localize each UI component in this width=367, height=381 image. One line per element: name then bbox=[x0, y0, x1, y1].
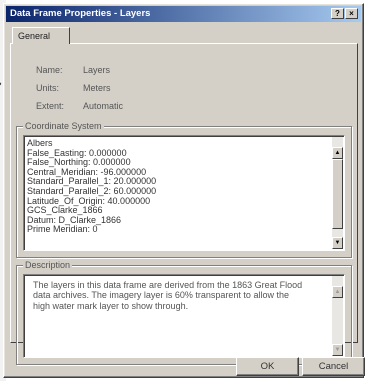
name-label: Name: bbox=[36, 65, 63, 75]
scroll-down-icon: ▼ bbox=[334, 347, 341, 353]
scroll-down-icon: ▼ bbox=[334, 240, 341, 246]
extent-value: Automatic bbox=[83, 101, 124, 111]
units-label: Units: bbox=[36, 83, 60, 93]
name-value: Layers bbox=[83, 65, 111, 75]
window-title: Data Frame Properties - Layers bbox=[10, 8, 151, 19]
scroll-down-button[interactable]: ▼ bbox=[332, 237, 343, 249]
coordinate-system-textbox[interactable]: Albers False_Easting: 0.000000 False_Nor… bbox=[23, 135, 345, 251]
close-button[interactable]: × bbox=[345, 8, 358, 19]
tab-general-label: General bbox=[18, 31, 51, 41]
description-text: The layers in this data frame are derive… bbox=[33, 280, 303, 311]
cancel-button[interactable]: Cancel bbox=[302, 357, 365, 376]
ok-button[interactable]: OK bbox=[236, 357, 299, 376]
help-button[interactable]: ? bbox=[331, 8, 344, 19]
scroll-thumb[interactable] bbox=[332, 159, 343, 229]
coordinate-system-scrollbar[interactable]: ▲ ▼ bbox=[332, 137, 343, 249]
scroll-up-button[interactable]: ▲ bbox=[332, 286, 343, 298]
cancel-button-label: Cancel bbox=[318, 361, 349, 372]
close-icon: × bbox=[349, 8, 354, 18]
coordinate-system-legend: Coordinate System bbox=[23, 121, 104, 131]
units-value: Meters bbox=[83, 83, 111, 93]
ok-button-label: OK bbox=[260, 361, 275, 372]
help-icon: ? bbox=[335, 8, 340, 18]
extent-label: Extent: bbox=[36, 101, 65, 111]
scroll-down-button[interactable]: ▼ bbox=[332, 344, 343, 356]
scroll-up-icon: ▲ bbox=[334, 289, 341, 295]
description-group: Description The layers in this data fram… bbox=[16, 260, 352, 365]
coordinate-system-lines: Albers False_Easting: 0.000000 False_Nor… bbox=[27, 138, 156, 235]
tab-general[interactable]: General bbox=[12, 27, 70, 44]
properties-dialog: Data Frame Properties - Layers ? × Gener… bbox=[3, 3, 365, 378]
description-scrollbar[interactable]: ▲ ▼ bbox=[332, 276, 343, 356]
description-textbox[interactable]: The layers in this data frame are derive… bbox=[23, 274, 345, 358]
general-panel: Name: Layers Units: Meters Extent: Autom… bbox=[10, 43, 358, 365]
cs-line: Prime Meridian: 0 bbox=[27, 224, 98, 235]
description-legend: Description bbox=[23, 260, 73, 270]
scroll-up-button[interactable]: ▲ bbox=[332, 147, 343, 159]
scroll-up-icon: ▲ bbox=[334, 150, 341, 156]
coordinate-system-group: Coordinate System Albers False_Easting: … bbox=[16, 121, 352, 258]
title-bar[interactable]: Data Frame Properties - Layers ? × bbox=[6, 6, 361, 22]
